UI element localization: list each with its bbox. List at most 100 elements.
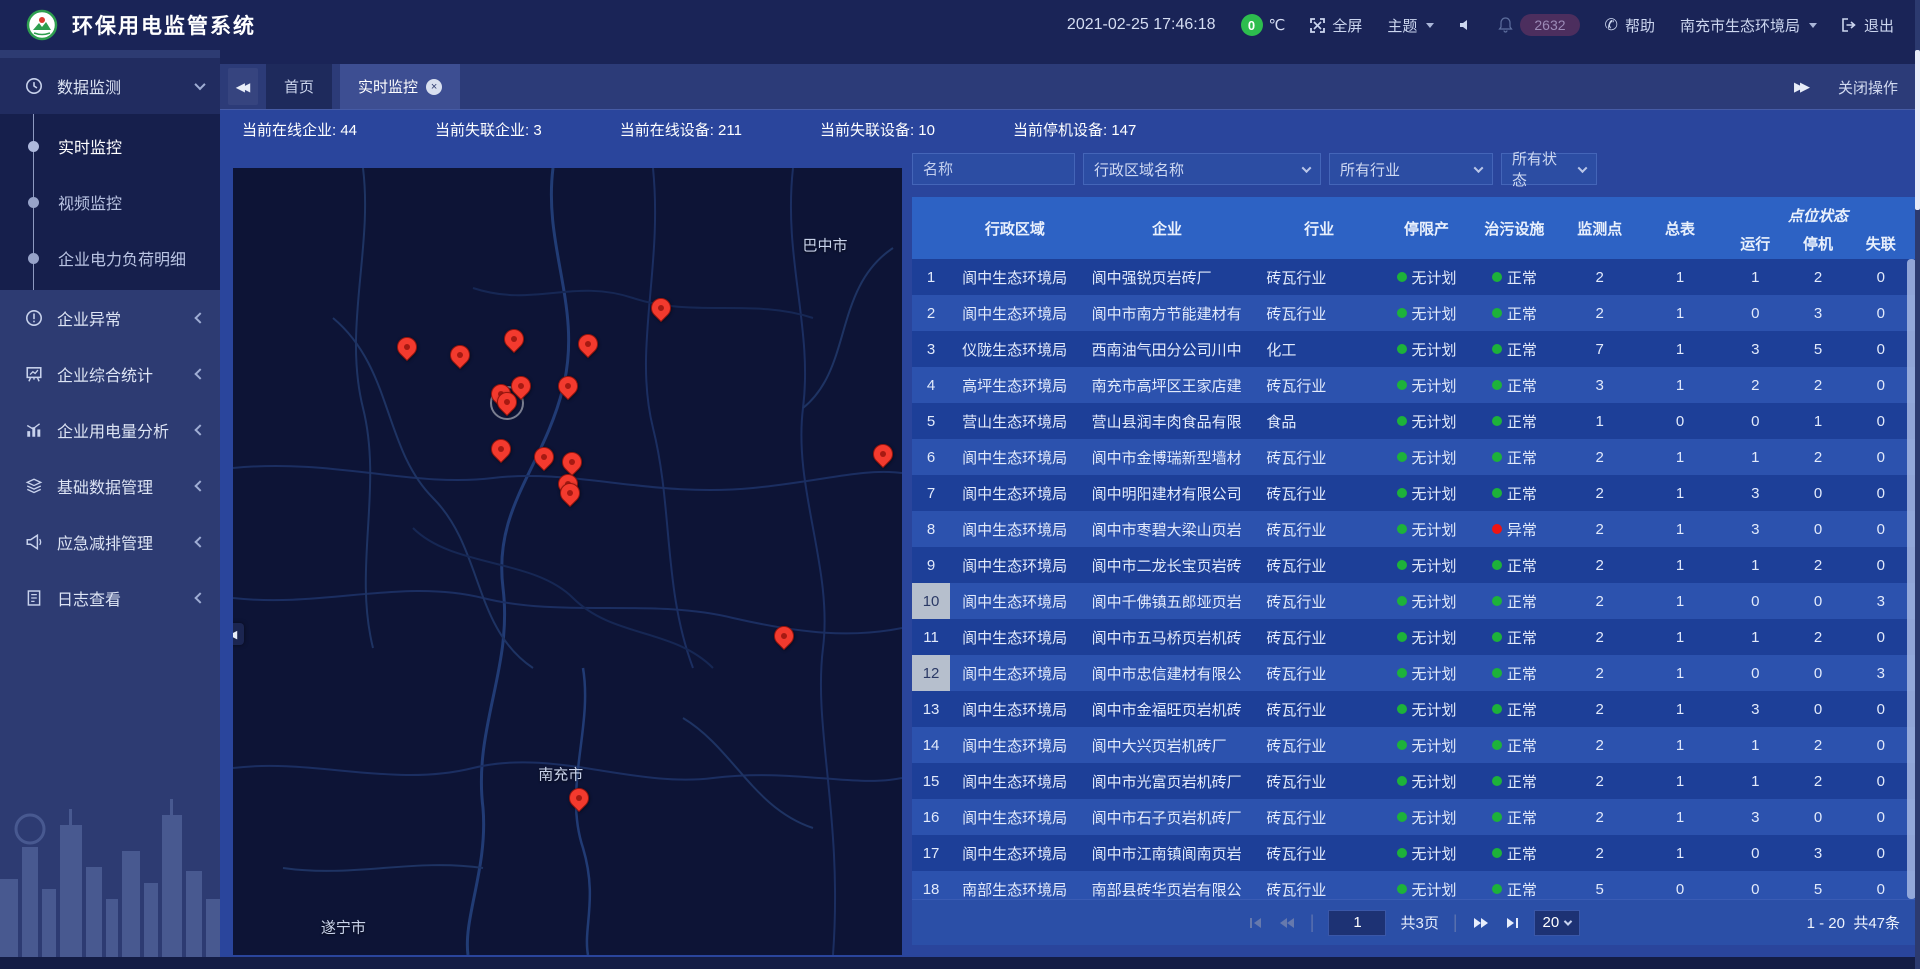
sound-toggle-button[interactable] xyxy=(1459,18,1473,32)
status-select[interactable]: 所有状态 xyxy=(1501,153,1597,185)
map-pin-icon[interactable] xyxy=(534,447,554,467)
last-page-button[interactable] xyxy=(1504,916,1520,930)
org-account-dropdown[interactable]: 南充市生态环境局 xyxy=(1680,15,1817,36)
table-row[interactable]: 17阆中生态环境局阆中市江南镇阆南页岩砖瓦行业无计划正常21030 xyxy=(912,835,1916,871)
cell-industry: 砖瓦行业 xyxy=(1254,727,1384,763)
plan-status-dot xyxy=(1397,632,1407,642)
table-row[interactable]: 2阆中生态环境局阆中市南方节能建材有砖瓦行业无计划正常21030 xyxy=(912,295,1916,331)
cell-production-plan: 无计划 xyxy=(1384,835,1469,871)
notifications-button[interactable]: 2632 xyxy=(1498,14,1579,36)
name-search-input[interactable] xyxy=(912,153,1075,185)
sidebar-item-数据监测[interactable]: 数据监测 xyxy=(0,58,220,114)
first-page-button[interactable] xyxy=(1248,916,1264,930)
cell-running: 3 xyxy=(1720,799,1790,835)
sidebar-item-实时监控[interactable]: 实时监控 xyxy=(0,118,220,174)
map-pin-icon[interactable] xyxy=(450,345,470,365)
map-pin-icon[interactable] xyxy=(491,439,511,459)
sidebar-item-企业异常[interactable]: 企业异常 xyxy=(0,290,220,346)
table-row[interactable]: 4高坪生态环境局南充市高坪区王家店建砖瓦行业无计划正常31220 xyxy=(912,367,1916,403)
next-page-button[interactable] xyxy=(1472,916,1490,930)
cell-company: 南充市高坪区王家店建 xyxy=(1080,367,1255,403)
theme-dropdown[interactable]: 主题 xyxy=(1387,15,1434,36)
board-icon xyxy=(24,364,44,384)
previous-page-button[interactable] xyxy=(1278,916,1296,930)
cell-row-number: 6 xyxy=(912,439,950,475)
close-operations-button[interactable]: 关闭操作 xyxy=(1838,77,1898,98)
sidebar-item-视频监控[interactable]: 视频监控 xyxy=(0,174,220,230)
table-row[interactable]: 12阆中生态环境局阆中市忠信建材有限公砖瓦行业无计划正常21003 xyxy=(912,655,1916,691)
map-pin-icon[interactable] xyxy=(651,298,671,318)
column-header-停机: 停机 xyxy=(1790,233,1845,254)
table-row[interactable]: 9阆中生态环境局阆中市二龙长宝页岩砖砖瓦行业无计划正常21120 xyxy=(912,547,1916,583)
cell-company: 阆中市二龙长宝页岩砖 xyxy=(1080,547,1255,583)
map-pin-icon[interactable] xyxy=(497,392,517,412)
cell-offline: 0 xyxy=(1846,871,1916,899)
gis-map[interactable]: 巴中市南充市遂宁市 ◀ xyxy=(233,168,902,955)
sidebar-item-日志查看[interactable]: 日志查看 xyxy=(0,570,220,626)
cell-running: 1 xyxy=(1720,259,1790,295)
table-row[interactable]: 15阆中生态环境局阆中市光富页岩机砖厂砖瓦行业无计划正常21120 xyxy=(912,763,1916,799)
industry-select[interactable]: 所有行业 xyxy=(1329,153,1493,185)
map-collapse-button[interactable]: ◀ xyxy=(233,623,244,645)
sidebar-item-企业电力负荷明细[interactable]: 企业电力负荷明细 xyxy=(0,230,220,286)
tab-close-icon[interactable]: × xyxy=(426,79,442,95)
cell-facility-status: 正常 xyxy=(1469,367,1559,403)
table-row[interactable]: 10阆中生态环境局阆中千佛镇五郎垭页岩砖瓦行业无计划正常21003 xyxy=(912,583,1916,619)
sidebar-item-企业用电量分析[interactable]: 企业用电量分析 xyxy=(0,402,220,458)
table-row[interactable]: 3仪陇生态环境局西南油气田分公司川中化工无计划正常71350 xyxy=(912,331,1916,367)
cell-offline: 0 xyxy=(1846,295,1916,331)
cell-facility-status: 正常 xyxy=(1469,547,1559,583)
cell-industry: 砖瓦行业 xyxy=(1254,511,1384,547)
sidebar-item-应急减排管理[interactable]: 应急减排管理 xyxy=(0,514,220,570)
cell-region: 阆中生态环境局 xyxy=(950,583,1080,619)
page-scrollbar-thumb[interactable] xyxy=(1915,50,1920,210)
facility-status-dot xyxy=(1492,488,1502,498)
map-pin-icon[interactable] xyxy=(873,444,893,464)
sidebar-item-基础数据管理[interactable]: 基础数据管理 xyxy=(0,458,220,514)
table-row[interactable]: 11阆中生态环境局阆中市五马桥页岩机砖砖瓦行业无计划正常21120 xyxy=(912,619,1916,655)
table-row[interactable]: 7阆中生态环境局阆中明阳建材有限公司砖瓦行业无计划正常21300 xyxy=(912,475,1916,511)
column-header-index xyxy=(912,197,950,259)
cell-offline: 0 xyxy=(1846,619,1916,655)
map-pin-icon[interactable] xyxy=(774,626,794,646)
cell-row-number: 2 xyxy=(912,295,950,331)
map-pin-icon[interactable] xyxy=(562,452,582,472)
map-pin-icon[interactable] xyxy=(558,376,578,396)
table-row[interactable]: 6阆中生态环境局阆中市金博瑞新型墙材砖瓦行业无计划正常21120 xyxy=(912,439,1916,475)
page-number-input[interactable] xyxy=(1328,910,1386,936)
table-row[interactable]: 5营山生态环境局营山县润丰肉食品有限食品无计划正常10010 xyxy=(912,403,1916,439)
plan-status-dot xyxy=(1397,560,1407,570)
plan-status-dot xyxy=(1397,596,1407,606)
cell-company: 阆中市五马桥页岩机砖 xyxy=(1080,619,1255,655)
table-row[interactable]: 18南部生态环境局南部县砖华页岩有限公砖瓦行业无计划正常50050 xyxy=(912,871,1916,899)
help-button[interactable]: ✆ 帮助 xyxy=(1605,15,1655,36)
table-row[interactable]: 14阆中生态环境局阆中大兴页岩机砖厂砖瓦行业无计划正常21120 xyxy=(912,727,1916,763)
page-scrollbar[interactable] xyxy=(1915,0,1920,969)
map-pin-icon[interactable] xyxy=(569,788,589,808)
page-size-select[interactable]: 20 xyxy=(1534,910,1581,936)
cell-total-meter: 1 xyxy=(1640,439,1720,475)
table-row[interactable]: 16阆中生态环境局阆中市石子页岩机砖厂砖瓦行业无计划正常21300 xyxy=(912,799,1916,835)
fullscreen-button[interactable]: 全屏 xyxy=(1310,15,1362,36)
table-row[interactable]: 13阆中生态环境局阆中市金福旺页岩机砖砖瓦行业无计划正常21300 xyxy=(912,691,1916,727)
facility-status-dot xyxy=(1492,524,1502,534)
map-pin-icon[interactable] xyxy=(578,334,598,354)
tab-首页[interactable]: 首页 xyxy=(266,64,332,109)
table-row[interactable]: 1阆中生态环境局阆中强锐页岩砖厂砖瓦行业无计划正常21120 xyxy=(912,259,1916,295)
name-search-field[interactable] xyxy=(923,161,1064,178)
submenu-dot-icon xyxy=(28,197,39,208)
tabs-scroll-right-button[interactable]: ▶▶ xyxy=(1794,79,1810,95)
map-pin-icon[interactable] xyxy=(397,337,417,357)
enterprise-table-panel: 行政区域名称 所有行业 所有状态 行政区域企业行业停限产治污设施监测点总表点位状… xyxy=(912,153,1916,945)
region-select[interactable]: 行政区域名称 xyxy=(1083,153,1321,185)
table-row[interactable]: 8阆中生态环境局阆中市枣碧大梁山页岩砖瓦行业无计划异常21300 xyxy=(912,511,1916,547)
logout-button[interactable]: 退出 xyxy=(1842,15,1894,36)
map-pin-icon[interactable] xyxy=(560,483,580,503)
tab-实时监控[interactable]: 实时监控× xyxy=(340,64,460,109)
sidebar-item-企业综合统计[interactable]: 企业综合统计 xyxy=(0,346,220,402)
layers-icon xyxy=(24,476,44,496)
chevron-left-icon xyxy=(194,424,205,435)
cell-offline: 0 xyxy=(1846,367,1916,403)
tabs-scroll-left-button[interactable]: ◀◀ xyxy=(228,68,258,105)
map-pin-icon[interactable] xyxy=(504,329,524,349)
